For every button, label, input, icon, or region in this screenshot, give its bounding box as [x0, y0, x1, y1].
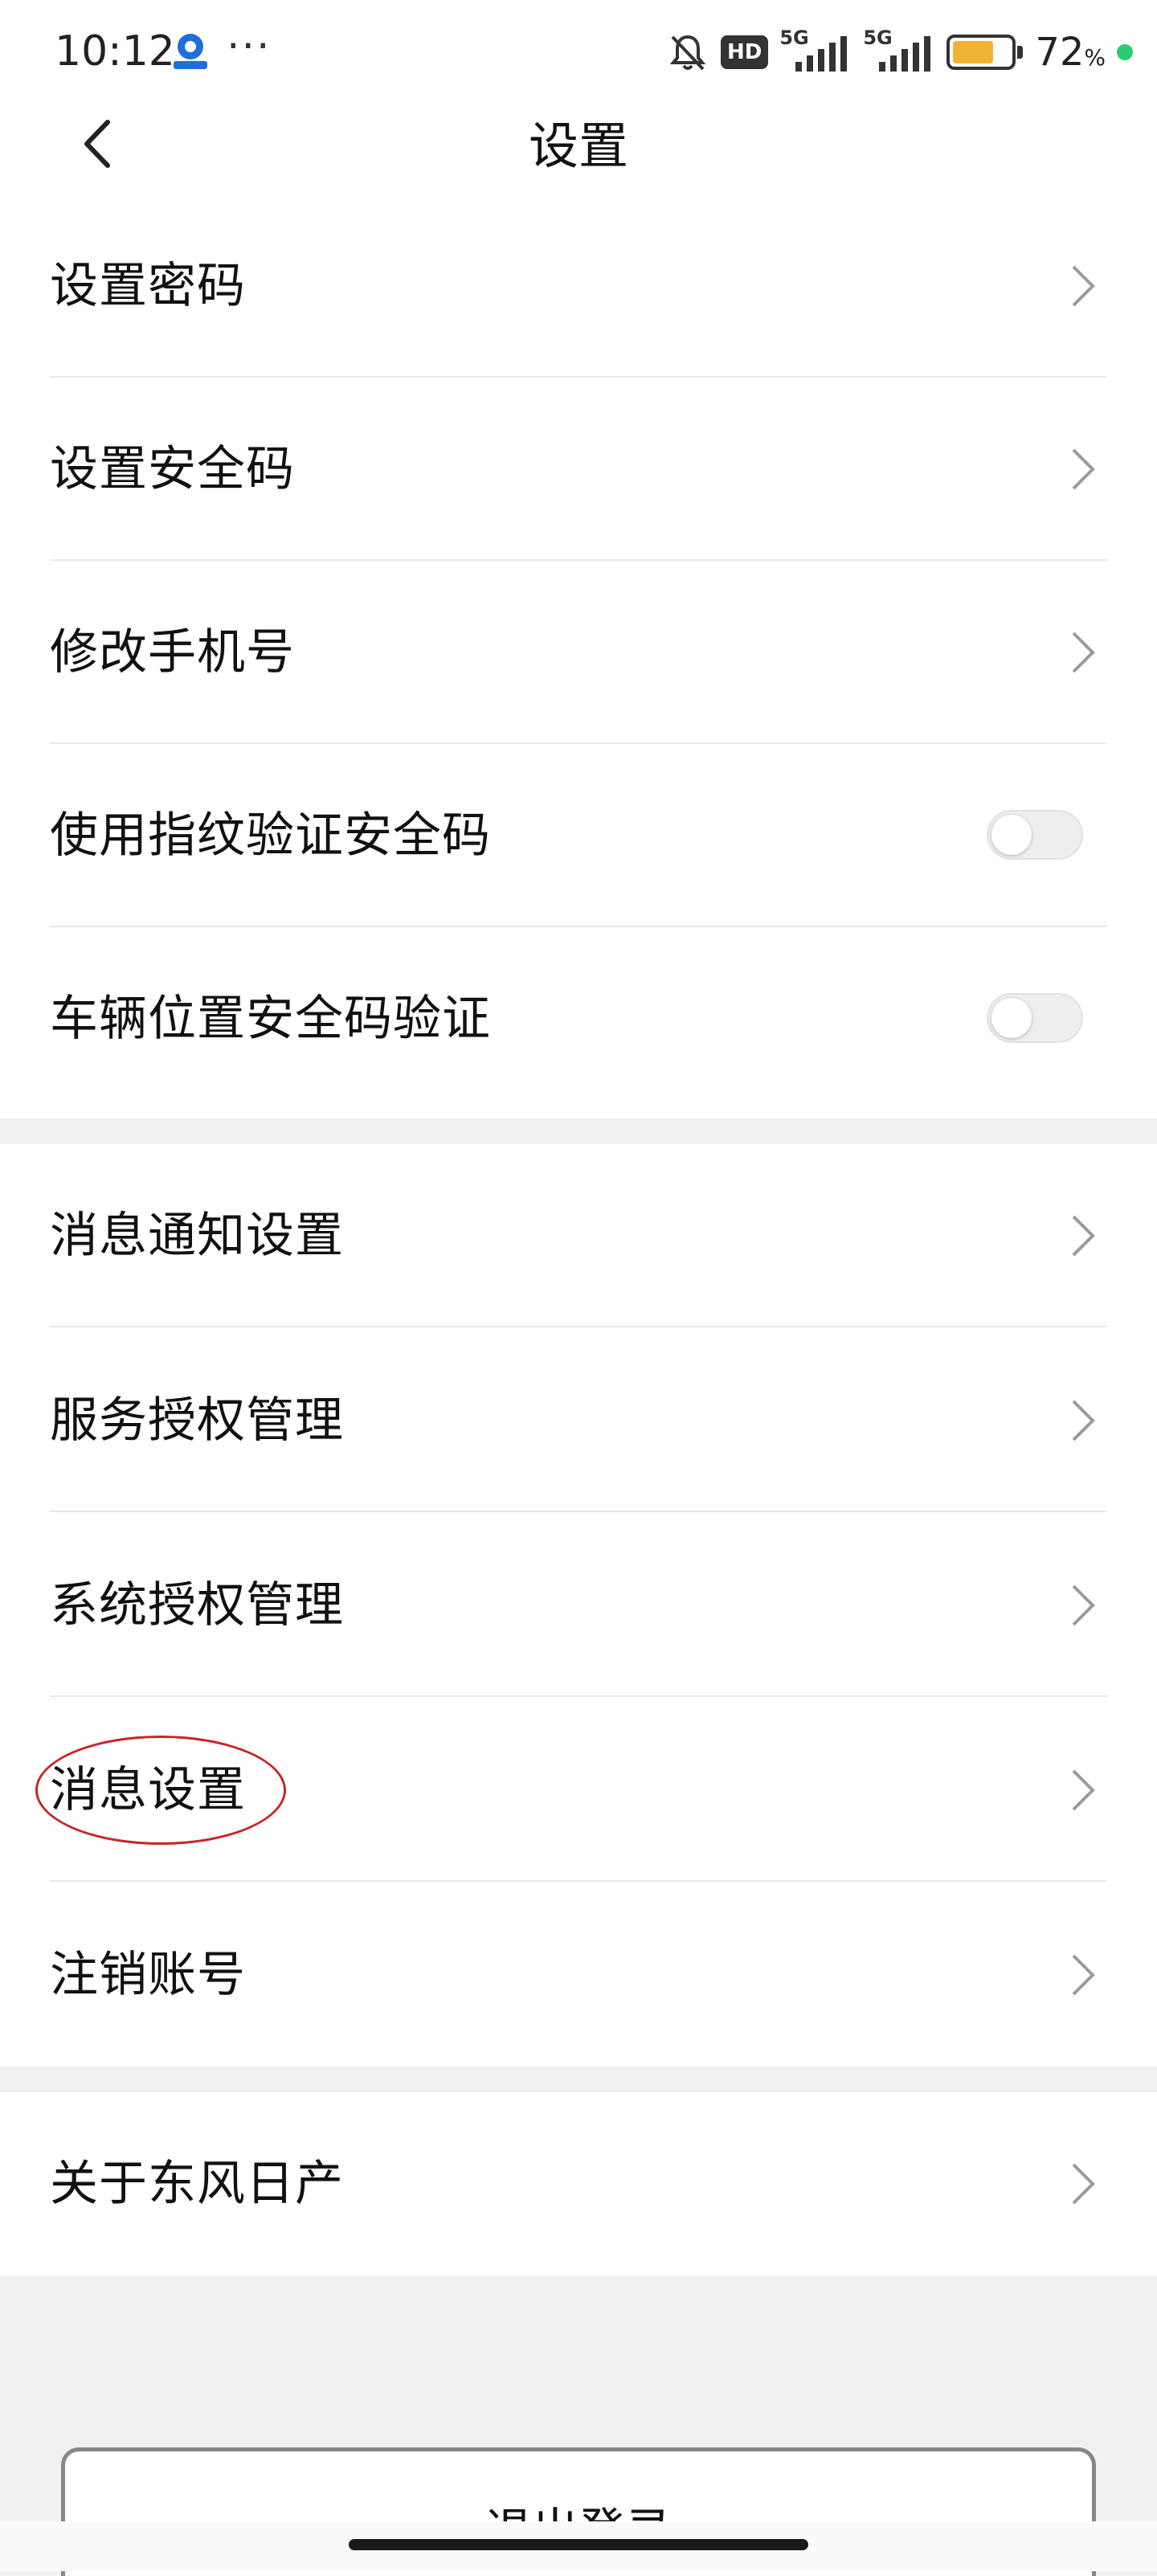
signal-5g-icon: 5G — [779, 27, 852, 75]
chevron-right-icon — [1072, 1215, 1095, 1257]
settings-row-vehicle-location: 车辆位置安全码验证 — [0, 927, 1157, 1110]
settings-row-delete-account[interactable]: 注销账号 — [0, 1883, 1157, 2067]
settings-row-fingerprint: 使用指纹验证安全码 — [0, 744, 1157, 927]
battery-percent-unit: % — [1084, 44, 1106, 71]
settings-row-change-phone[interactable]: 修改手机号 — [0, 561, 1157, 744]
divider — [50, 1326, 1107, 1327]
divider — [50, 1695, 1107, 1697]
battery-fill — [953, 41, 994, 63]
mute-bell-icon — [669, 35, 706, 71]
row-label: 修改手机号 — [50, 624, 295, 681]
row-label: 设置安全码 — [50, 441, 295, 497]
divider — [50, 1511, 1107, 1512]
status-time: 10:12 — [55, 27, 175, 76]
status-bar: 10:12 ··· HD 5G 5G 72% — [0, 0, 1157, 100]
settings-row-set-security-code[interactable]: 设置安全码 — [0, 378, 1157, 561]
row-label: 系统授权管理 — [50, 1577, 344, 1634]
toggle-knob — [991, 998, 1032, 1038]
chevron-right-icon — [1072, 2163, 1095, 2205]
fingerprint-toggle[interactable] — [987, 810, 1083, 860]
chevron-right-icon — [1072, 1954, 1095, 1996]
nav-bar: 设置 — [0, 100, 1157, 191]
battery-percent-value: 72 — [1035, 30, 1085, 75]
chevron-right-icon — [1072, 265, 1095, 307]
status-icons: HD 5G 5G 72% — [666, 24, 1133, 80]
chevron-right-icon — [1072, 448, 1095, 490]
battery-percent: 72% — [1035, 30, 1106, 75]
chevron-right-icon — [1072, 1769, 1095, 1811]
row-label: 设置密码 — [50, 258, 246, 314]
signal-5g-icon: 5G — [863, 27, 935, 75]
battery-icon — [946, 35, 1024, 70]
settings-row-notification[interactable]: 消息通知设置 — [0, 1144, 1157, 1327]
privacy-indicator-dot — [1117, 44, 1133, 60]
vehicle-location-toggle[interactable] — [987, 993, 1083, 1043]
row-label: 关于东风日产 — [50, 2156, 344, 2212]
home-indicator[interactable] — [349, 2539, 808, 2550]
row-label: 服务授权管理 — [50, 1392, 344, 1449]
chevron-right-icon — [1072, 1584, 1095, 1626]
hd-label: HD — [726, 40, 762, 64]
row-label: 消息通知设置 — [50, 1208, 344, 1264]
settings-row-system-auth[interactable]: 系统授权管理 — [0, 1514, 1157, 1697]
chevron-right-icon — [1072, 632, 1095, 673]
about-group: 关于东风日产 — [0, 2092, 1157, 2275]
settings-row-set-password[interactable]: 设置密码 — [0, 194, 1157, 378]
page-title: 设置 — [528, 117, 628, 175]
toggle-knob — [991, 815, 1032, 855]
more-dots-icon: ··· — [227, 22, 272, 71]
row-label: 车辆位置安全码验证 — [50, 991, 491, 1047]
row-label: 注销账号 — [50, 1947, 246, 2003]
security-group: 设置密码 设置安全码 修改手机号 使用指纹验证安全码 车辆位置安全码验证 — [0, 191, 1157, 1118]
row-label: 使用指纹验证安全码 — [50, 808, 491, 864]
highlight-annotation — [35, 1736, 286, 1845]
chevron-right-icon — [1072, 1400, 1095, 1441]
settings-group: 消息通知设置 服务授权管理 系统授权管理 消息设置 注销账号 — [0, 1144, 1157, 2067]
settings-row-about[interactable]: 关于东风日产 — [0, 2092, 1157, 2275]
hd-icon: HD — [720, 35, 769, 69]
divider — [50, 1880, 1107, 1882]
app-notification-icon — [174, 34, 207, 69]
settings-row-service-auth[interactable]: 服务授权管理 — [0, 1329, 1157, 1512]
